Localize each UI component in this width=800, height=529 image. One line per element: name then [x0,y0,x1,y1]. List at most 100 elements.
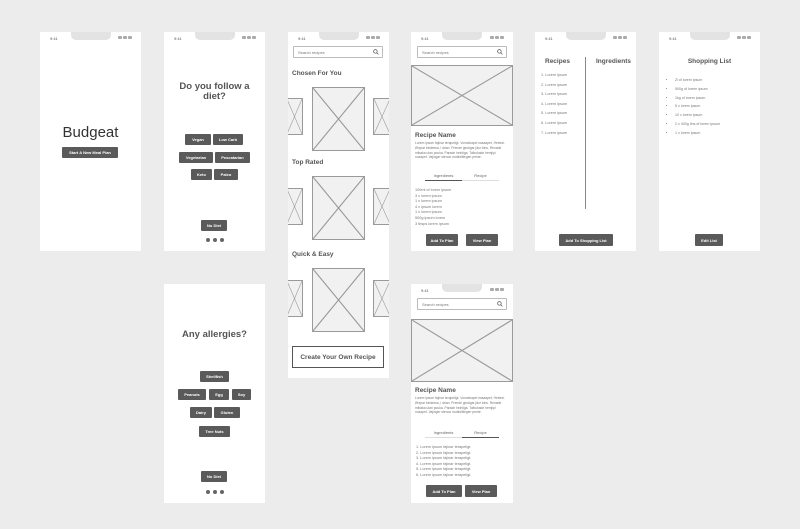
add-to-shopping-list-button[interactable]: Add To Shopping List [559,234,613,246]
recipe-name: Recipe Name [415,387,456,394]
status-icons [118,36,132,39]
notch [689,32,730,40]
search-icon [373,49,379,55]
allergy-option-soy[interactable]: Soy [232,389,251,400]
planned-recipe[interactable]: 1. Lorem ipsum [541,71,567,81]
shopping-item[interactable]: 2l of lorem ipsum [675,78,722,83]
recipe-steps-list: 1. Lorem ipsum fajinar terapeligt. 2. Lo… [416,445,471,479]
recipe-step: 3. Lorem ipsum fajinar terapeligt. [416,456,472,461]
diet-question: Do you follow a diet? [179,81,250,102]
shopping-item[interactable]: 2 x 400g tins of lorem ipsum [675,122,722,127]
browse-screen: 9:41 Search recipes Chosen For You Top R… [288,32,389,378]
notch [442,32,482,40]
diet-option-pescatarian[interactable]: Pescatarian [215,152,250,163]
allergy-option-peanuts[interactable]: Peanuts [178,389,206,400]
tab-recipe[interactable]: Recipe [462,173,499,181]
recipe-card-right[interactable] [373,188,389,225]
recipe-card-left[interactable] [288,188,303,225]
recipe-card-left[interactable] [288,98,303,135]
add-to-plan-button[interactable]: Add To Plan [426,234,458,246]
status-time: 9:41 [669,36,677,41]
recipe-card[interactable] [312,176,365,240]
add-to-plan-button[interactable]: Add To Plan [426,485,462,497]
allergies-question: Any allergies? [182,329,247,340]
allergy-option-egg[interactable]: Egg [209,389,229,400]
status-time: 9:41 [50,36,58,41]
planned-recipe[interactable]: 7. Lorem ipsum [541,129,567,139]
tab-ingredients[interactable]: Ingredients [425,430,462,438]
status-time: 9:41 [298,36,306,41]
allergy-option-gluten[interactable]: Gluten [214,407,240,418]
status-icons [242,36,256,39]
recipe-card[interactable] [312,268,365,332]
edit-list-button[interactable]: Edit List [695,234,723,246]
ingredients-list: 100ml of lorem ipsum 3 x lorem ipsum 1 x… [415,188,451,227]
diet-option-vegetarian[interactable]: Vegetarian [179,152,213,163]
shopping-item[interactable]: 1kg of lorem ipsum [675,96,722,101]
recipe-card[interactable] [312,87,365,151]
recipe-image [411,319,513,382]
search-placeholder: Search recipes [298,49,325,55]
view-plan-button[interactable]: View Plan [466,234,498,246]
recipe-card-left[interactable] [288,280,303,317]
shopping-item[interactable]: 5 x lorem ipsum [675,104,722,109]
search-icon [497,301,503,307]
tab-ingredients[interactable]: Ingredients [425,173,462,181]
status-icons [366,36,380,39]
shopping-list-title: Shopping List [687,58,732,65]
allergy-option-dairy[interactable]: Dairy [190,407,212,418]
planned-recipe[interactable]: 3. Lorem ipsum [541,90,567,100]
section-quick-easy: Quick & Easy [292,251,334,258]
section-top-rated: Top Rated [292,159,324,166]
recipe-card-right[interactable] [373,280,389,317]
start-meal-plan-button[interactable]: Start A New Meal Plan [62,147,118,158]
planned-recipe[interactable]: 6. Lorem ipsum [541,119,567,129]
recipe-description: Lorem ipsum fajinar terapeligt. Vonsekap… [415,396,505,415]
search-input[interactable]: Search recipes [293,46,383,58]
recipe-name: Recipe Name [415,132,456,139]
welcome-screen: 9:41 Budgeat Start A New Meal Plan [40,32,141,251]
diet-screen: 9:41 Do you follow a diet? Vegan Low Car… [164,32,265,251]
page-dots [206,238,224,242]
notch [70,32,111,40]
recipe-description: Lorem ipsum fajinar terapeligt. Vonsekap… [415,141,505,160]
diet-option-vegan[interactable]: Vegan [185,134,211,145]
status-time: 9:41 [545,36,553,41]
page-dots [206,490,224,494]
recipe-card-right[interactable] [373,98,389,135]
status-icons [490,36,504,39]
shopping-item[interactable]: 10 x lorem ipsum [675,113,722,118]
planned-recipes-list: 1. Lorem ipsum 2. Lorem ipsum 3. Lorem i… [541,71,567,138]
ingredient-item: 100ml of lorem ipsum [415,188,452,192]
planned-recipe[interactable]: 2. Lorem ipsum [541,81,567,91]
tab-recipe[interactable]: Recipe [462,430,499,438]
shopping-item[interactable]: 500g of lorem ipsum [675,87,722,92]
view-plan-button[interactable]: View Plan [465,485,497,497]
diet-option-low-carb[interactable]: Low Carb [213,134,243,145]
search-icon [497,49,503,55]
notch [565,32,606,40]
allergy-option-tree-nuts[interactable]: Tree Nuts [199,426,230,437]
ingredients-column-title: Ingredients [596,58,632,65]
search-input[interactable]: Search recipes [417,46,507,58]
status-time: 9:41 [421,288,429,293]
no-allergy-button[interactable]: No Diet [201,471,227,482]
meal-plan-screen: 9:41 Recipes Ingredients 1. Lorem ipsum … [535,32,636,251]
search-placeholder: Search recipes [422,49,449,55]
notch [442,284,482,292]
diet-option-keto[interactable]: Keto [191,169,212,180]
recipe-step: 1. Lorem ipsum fajinar terapeligt. [416,445,472,449]
search-input[interactable]: Search recipes [417,298,507,310]
section-chosen-for-you: Chosen For You [292,70,342,77]
diet-option-paleo[interactable]: Paleo [214,169,238,180]
recipe-tabs: Ingredients Recipe [425,173,499,181]
recipe-tabs: Ingredients Recipe [425,430,499,438]
allergy-option-shellfish[interactable]: Shellfish [200,371,229,382]
status-time: 9:41 [174,36,182,41]
create-recipe-button[interactable]: Create Your Own Recipe [292,346,384,368]
shopping-list-screen: 9:41 Shopping List 2l of lorem ipsum 500… [659,32,760,251]
shopping-item[interactable]: 1 x lorem ipsum [675,131,722,136]
no-diet-button[interactable]: No Diet [201,220,227,231]
planned-recipe[interactable]: 4. Lorem ipsum [541,100,567,110]
planned-recipe[interactable]: 5. Lorem ipsum [541,109,567,119]
